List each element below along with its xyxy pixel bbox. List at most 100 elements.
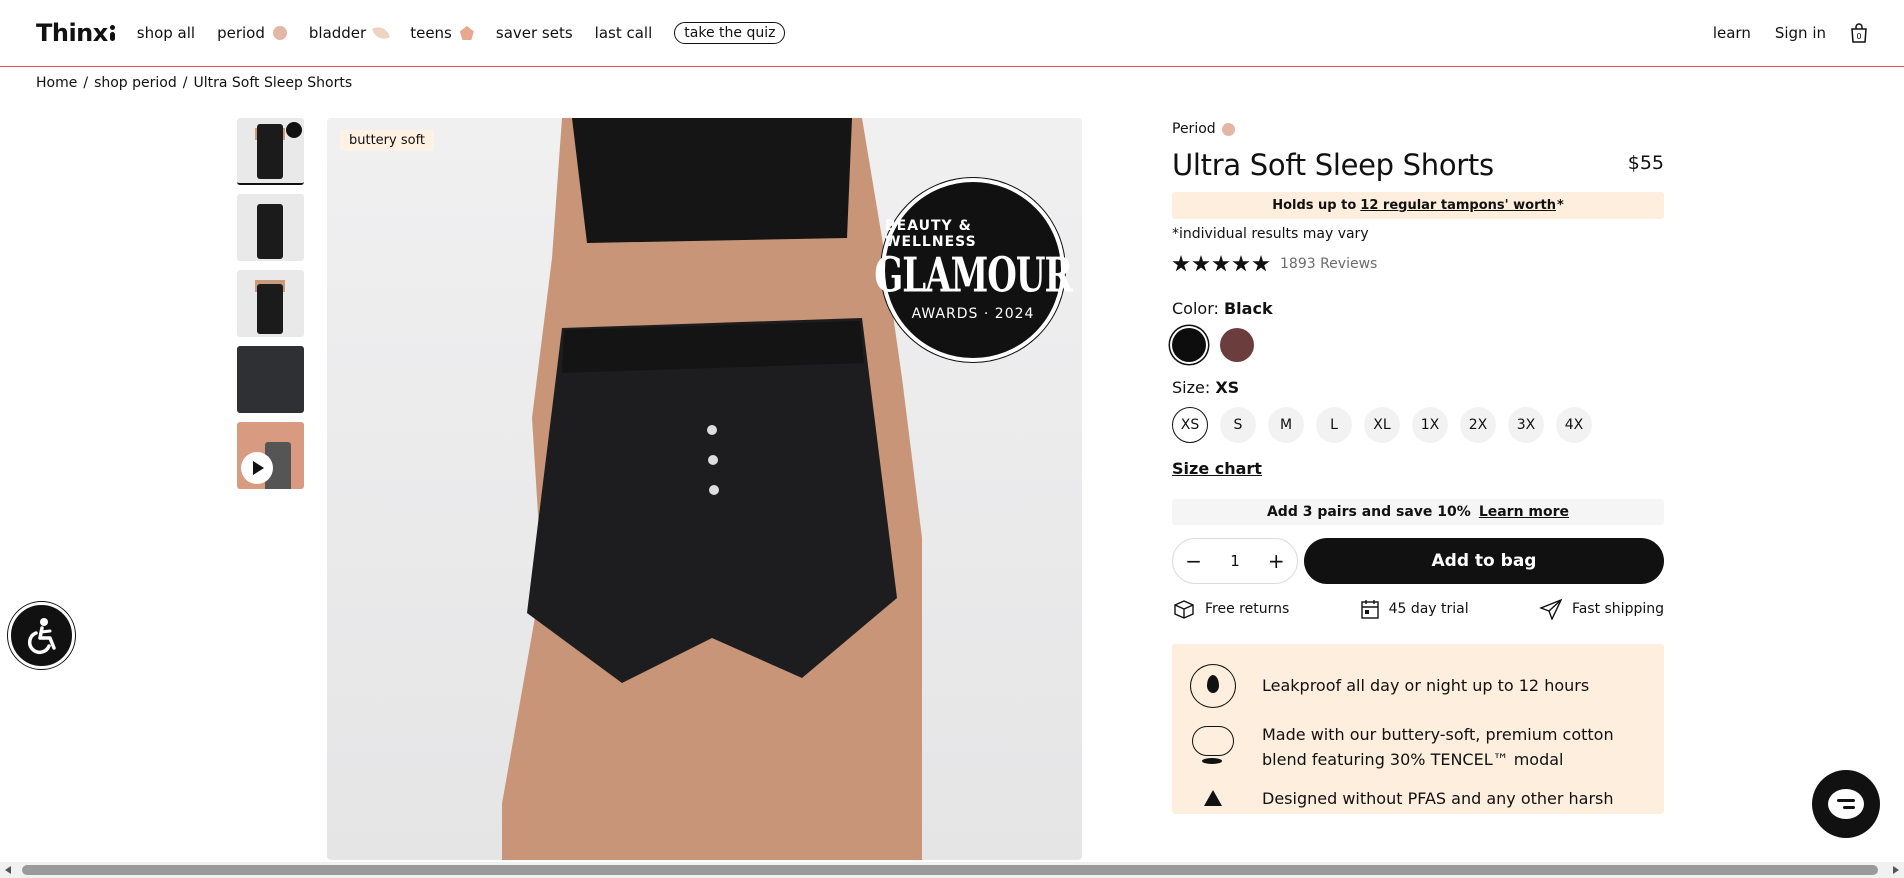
reviews-summary[interactable]: 1893 Reviews xyxy=(1172,255,1664,273)
size-xl[interactable]: XL xyxy=(1364,407,1400,443)
bladder-leaf-icon xyxy=(372,24,391,42)
results-disclaimer: *individual results may vary xyxy=(1172,226,1369,242)
cloud-icon xyxy=(1190,722,1236,766)
badge-main-text: GLAMOUR xyxy=(874,248,1072,304)
thinx-logo[interactable]: Thinx xyxy=(36,19,115,47)
award-badge-icon xyxy=(286,122,302,138)
period-dot-icon xyxy=(272,26,287,40)
thumbnail-1[interactable] xyxy=(237,118,304,185)
perk-label: 45 day trial xyxy=(1388,601,1469,617)
size-3x[interactable]: 3X xyxy=(1508,407,1544,443)
buttery-soft-tag: buttery soft xyxy=(340,130,435,151)
color-label-row: Color: Black xyxy=(1172,299,1664,318)
color-value: Black xyxy=(1223,299,1273,318)
wheelchair-icon xyxy=(27,617,56,654)
chat-button[interactable] xyxy=(1812,770,1880,838)
swatch-black[interactable] xyxy=(1172,328,1206,362)
droplet-icon xyxy=(1190,664,1236,708)
product-title: Ultra Soft Sleep Shorts xyxy=(1172,148,1494,182)
star-rating xyxy=(1172,255,1270,273)
swatch-maroon[interactable] xyxy=(1220,328,1254,362)
star-icon xyxy=(1232,255,1250,272)
review-count[interactable]: 1893 Reviews xyxy=(1280,256,1377,272)
nav-last-call[interactable]: last call xyxy=(595,24,653,42)
star-icon xyxy=(1172,255,1190,272)
logo-text: Thinx xyxy=(36,19,108,47)
size-l[interactable]: L xyxy=(1316,407,1352,443)
absorbency-banner: Holds up to 12 regular tampons' worth * xyxy=(1172,192,1664,219)
size-2x[interactable]: 2X xyxy=(1460,407,1496,443)
size-m[interactable]: M xyxy=(1268,407,1304,443)
color-swatches xyxy=(1172,328,1664,362)
increase-qty-button[interactable]: + xyxy=(1264,549,1288,573)
quiz-label: take the quiz xyxy=(684,25,776,41)
size-chart-link[interactable]: Size chart xyxy=(1172,459,1664,478)
breadcrumb-current: Ultra Soft Sleep Shorts xyxy=(193,75,353,91)
size-1x[interactable]: 1X xyxy=(1412,407,1448,443)
breadcrumb-shop-period[interactable]: shop period xyxy=(94,75,177,91)
box-icon xyxy=(1174,600,1194,619)
scroll-left-icon[interactable] xyxy=(5,866,11,874)
main-product-image[interactable]: buttery soft BEAUTY & WELLNESS GLAMOUR A… xyxy=(327,118,1082,860)
thumbnail-video[interactable] xyxy=(237,422,304,489)
holds-prefix: Holds up to xyxy=(1272,198,1357,213)
accessibility-button[interactable] xyxy=(8,602,75,669)
nav-bladder[interactable]: bladder xyxy=(308,24,391,42)
feature-pfas: Designed without PFAS and any other hars… xyxy=(1190,786,1646,814)
cart-count: 0 xyxy=(1856,32,1861,41)
perks-row: Free returns 45 day trial Fast shipping xyxy=(1172,598,1664,620)
calendar-icon xyxy=(1360,600,1379,619)
category-label: Period xyxy=(1172,121,1216,137)
logo-mark-icon xyxy=(109,25,115,41)
absorbency-link[interactable]: 12 regular tampons' worth xyxy=(1360,198,1556,213)
horizontal-scrollbar[interactable] xyxy=(0,862,1904,878)
size-s[interactable]: S xyxy=(1220,407,1256,443)
breadcrumb-separator: / xyxy=(83,75,89,91)
learn-link[interactable]: learn xyxy=(1713,24,1751,42)
nav-period[interactable]: period xyxy=(217,24,287,42)
star-icon xyxy=(1212,255,1230,272)
nav-saver-sets[interactable]: saver sets xyxy=(496,24,573,42)
size-4x[interactable]: 4X xyxy=(1556,407,1592,443)
bundle-save-banner: Add 3 pairs and save 10% Learn more xyxy=(1172,499,1664,525)
perk-label: Free returns xyxy=(1205,601,1290,617)
size-xs[interactable]: XS xyxy=(1172,407,1208,443)
period-dot-icon xyxy=(1221,122,1235,136)
title-row: Ultra Soft Sleep Shorts $55 xyxy=(1172,148,1664,182)
holds-suffix: * xyxy=(1556,198,1564,213)
sign-in-link[interactable]: Sign in xyxy=(1775,24,1826,42)
triangle-icon xyxy=(1190,786,1236,814)
header-actions: learn Sign in 0 xyxy=(1713,23,1868,43)
scroll-right-icon[interactable] xyxy=(1893,866,1899,874)
size-label: Size: xyxy=(1172,378,1211,397)
nav-shop-all[interactable]: shop all xyxy=(137,24,195,42)
perk-free-returns: Free returns xyxy=(1172,598,1289,620)
add-to-bag-button[interactable]: Add to bag xyxy=(1304,538,1664,584)
teens-shape-icon xyxy=(459,26,474,40)
breadcrumb-home[interactable]: Home xyxy=(36,75,77,91)
nav-label: teens xyxy=(410,24,452,42)
learn-more-link[interactable]: Learn more xyxy=(1479,504,1569,520)
thumbnail-3[interactable] xyxy=(237,270,304,337)
decrease-qty-button[interactable]: − xyxy=(1182,549,1206,573)
quantity-stepper: − 1 + xyxy=(1172,538,1298,584)
cart-bag-icon[interactable]: 0 xyxy=(1850,23,1868,43)
nav-teens[interactable]: teens xyxy=(410,24,474,42)
bundle-text: Add 3 pairs and save 10% xyxy=(1266,504,1471,520)
take-quiz-button[interactable]: take the quiz xyxy=(674,22,786,44)
feature-text: Designed without PFAS and any other hars… xyxy=(1262,789,1614,808)
breadcrumb: Home / shop period / Ultra Soft Sleep Sh… xyxy=(36,75,352,91)
thumbnail-2[interactable] xyxy=(237,194,304,261)
model-photo xyxy=(502,118,922,860)
product-info: Period Ultra Soft Sleep Shorts $55 Holds… xyxy=(1172,118,1664,814)
chat-bubble-icon xyxy=(1828,789,1864,819)
scrollbar-thumb[interactable] xyxy=(22,865,1878,875)
quantity-value[interactable]: 1 xyxy=(1223,552,1247,570)
main-nav: shop all period bladder teens saver sets… xyxy=(137,22,786,44)
nav-label: period xyxy=(217,24,265,42)
size-options: XS S M L XL 1X 2X 3X 4X xyxy=(1172,407,1664,443)
thumbnail-4[interactable] xyxy=(237,346,304,413)
nav-label: bladder xyxy=(308,24,367,42)
feature-fabric: Made with our buttery-soft, premium cott… xyxy=(1190,722,1646,772)
paper-plane-icon xyxy=(1539,598,1563,620)
